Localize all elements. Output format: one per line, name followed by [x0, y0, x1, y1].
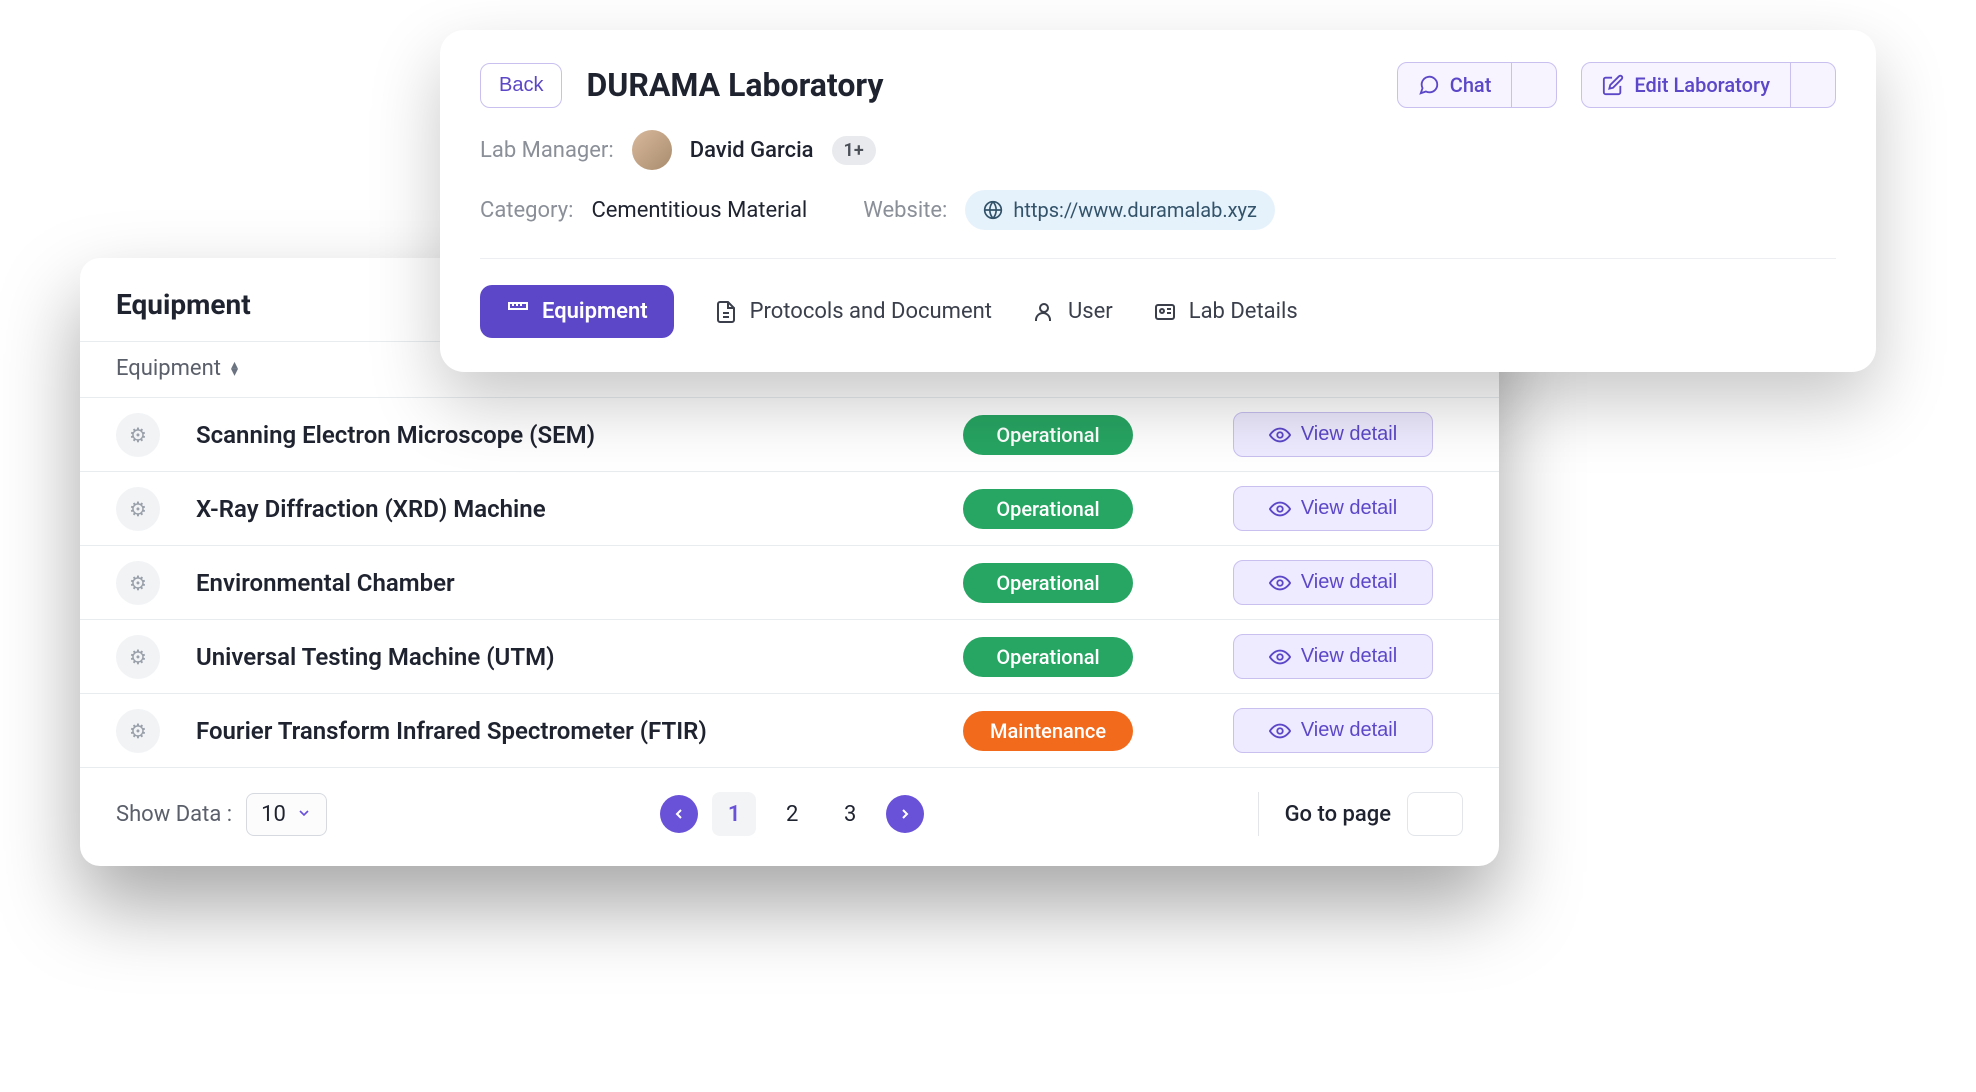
- equipment-thumbnail: ⚙: [116, 487, 160, 531]
- status-badge: Operational: [963, 637, 1133, 677]
- equipment-name: Environmental Chamber: [196, 569, 943, 597]
- equipment-name: X-Ray Diffraction (XRD) Machine: [196, 495, 943, 523]
- chat-dropdown-button[interactable]: [1511, 63, 1556, 107]
- equipment-thumbnail: ⚙: [116, 413, 160, 457]
- show-data-label: Show Data :: [116, 802, 232, 827]
- lab-header-card: Back DURAMA Laboratory Chat Edit Laborat…: [440, 30, 1876, 372]
- lab-manager-row: Lab Manager: David Garcia 1+: [480, 130, 1836, 170]
- tab-label: Lab Details: [1189, 299, 1298, 324]
- pagination: 1 2 3: [353, 792, 1232, 836]
- id-card-icon: [1153, 300, 1177, 324]
- equipment-name: Scanning Electron Microscope (SEM): [196, 421, 943, 449]
- page-size-control: Show Data : 10: [116, 793, 327, 836]
- lab-top-row: Back DURAMA Laboratory Chat Edit Laborat…: [480, 62, 1836, 108]
- edit-lab-label: Edit Laboratory: [1634, 73, 1770, 97]
- page-number[interactable]: 2: [770, 792, 814, 836]
- goto-page-input[interactable]: [1407, 792, 1463, 836]
- edit-lab-button-group: Edit Laboratory: [1581, 62, 1836, 108]
- user-icon: [1032, 300, 1056, 324]
- view-detail-button[interactable]: View detail: [1233, 486, 1433, 531]
- eye-icon: [1269, 498, 1291, 520]
- back-button[interactable]: Back: [480, 63, 562, 108]
- view-detail-button[interactable]: View detail: [1233, 412, 1433, 457]
- equipment-name: Universal Testing Machine (UTM): [196, 643, 943, 671]
- tab-user[interactable]: User: [1032, 287, 1113, 336]
- eye-icon: [1269, 424, 1291, 446]
- website-url: https://www.duramalab.xyz: [1013, 198, 1257, 222]
- view-detail-label: View detail: [1301, 719, 1397, 742]
- tab-label: Equipment: [542, 299, 648, 324]
- lab-manager-label: Lab Manager:: [480, 138, 614, 163]
- edit-lab-button[interactable]: Edit Laboratory: [1582, 63, 1790, 107]
- equipment-thumbnail: ⚙: [116, 561, 160, 605]
- table-row: ⚙ Environmental Chamber Operational View…: [80, 545, 1499, 619]
- table-row: ⚙ X-Ray Diffraction (XRD) Machine Operat…: [80, 471, 1499, 545]
- tab-protocols[interactable]: Protocols and Document: [714, 287, 992, 336]
- status-badge: Operational: [963, 415, 1133, 455]
- chevron-down-icon: [296, 802, 312, 827]
- category-label: Category:: [480, 198, 573, 223]
- page-number[interactable]: 3: [828, 792, 872, 836]
- more-managers-badge[interactable]: 1+: [832, 136, 876, 165]
- eye-icon: [1269, 720, 1291, 742]
- tab-lab-details[interactable]: Lab Details: [1153, 287, 1298, 336]
- table-footer: Show Data : 10 1 2 3 Go to page: [80, 767, 1499, 866]
- edit-lab-dropdown-button[interactable]: [1790, 63, 1835, 107]
- equipment-thumbnail: ⚙: [116, 709, 160, 753]
- goto-page-label: Go to page: [1285, 802, 1391, 827]
- page-size-value: 10: [261, 802, 286, 827]
- view-detail-button[interactable]: View detail: [1233, 560, 1433, 605]
- table-row: ⚙ Fourier Transform Infrared Spectromete…: [80, 693, 1499, 767]
- chat-label: Chat: [1450, 73, 1492, 97]
- edit-icon: [1602, 74, 1624, 96]
- view-detail-button[interactable]: View detail: [1233, 708, 1433, 753]
- category-value: Cementitious Material: [591, 198, 807, 223]
- ruler-icon: [506, 300, 530, 324]
- website-label: Website:: [863, 198, 947, 223]
- tab-label: Protocols and Document: [750, 299, 992, 324]
- tab-equipment[interactable]: Equipment: [480, 285, 674, 338]
- view-detail-label: View detail: [1301, 423, 1397, 446]
- table-row: ⚙ Scanning Electron Microscope (SEM) Ope…: [80, 397, 1499, 471]
- chat-button[interactable]: Chat: [1398, 63, 1512, 107]
- page-size-select[interactable]: 10: [246, 793, 327, 836]
- table-row: ⚙ Universal Testing Machine (UTM) Operat…: [80, 619, 1499, 693]
- website-chip[interactable]: https://www.duramalab.xyz: [965, 190, 1275, 230]
- lab-info-row: Category: Cementitious Material Website:…: [480, 190, 1836, 230]
- next-page-button[interactable]: [886, 795, 924, 833]
- status-badge: Maintenance: [963, 711, 1133, 751]
- prev-page-button[interactable]: [660, 795, 698, 833]
- equipment-thumbnail: ⚙: [116, 635, 160, 679]
- goto-page: Go to page: [1258, 792, 1463, 836]
- page-title: DURAMA Laboratory: [586, 66, 1372, 104]
- status-badge: Operational: [963, 563, 1133, 603]
- eye-icon: [1269, 572, 1291, 594]
- equipment-sort-label: Equipment: [116, 356, 221, 381]
- page-number[interactable]: 1: [712, 792, 756, 836]
- tab-label: User: [1068, 299, 1113, 324]
- view-detail-label: View detail: [1301, 645, 1397, 668]
- view-detail-label: View detail: [1301, 497, 1397, 520]
- lab-meta: Lab Manager: David Garcia 1+ Category: C…: [480, 130, 1836, 230]
- equipment-name: Fourier Transform Infrared Spectrometer …: [196, 717, 943, 745]
- eye-icon: [1269, 646, 1291, 668]
- chat-icon: [1418, 74, 1440, 96]
- lab-manager-name: David Garcia: [690, 138, 814, 163]
- lab-tabs: Equipment Protocols and Document User La…: [480, 258, 1836, 338]
- avatar: [632, 130, 672, 170]
- sort-icon: ▴▾: [231, 362, 238, 376]
- globe-icon: [983, 200, 1003, 220]
- chat-button-group: Chat: [1397, 62, 1558, 108]
- view-detail-button[interactable]: View detail: [1233, 634, 1433, 679]
- document-icon: [714, 300, 738, 324]
- status-badge: Operational: [963, 489, 1133, 529]
- view-detail-label: View detail: [1301, 571, 1397, 594]
